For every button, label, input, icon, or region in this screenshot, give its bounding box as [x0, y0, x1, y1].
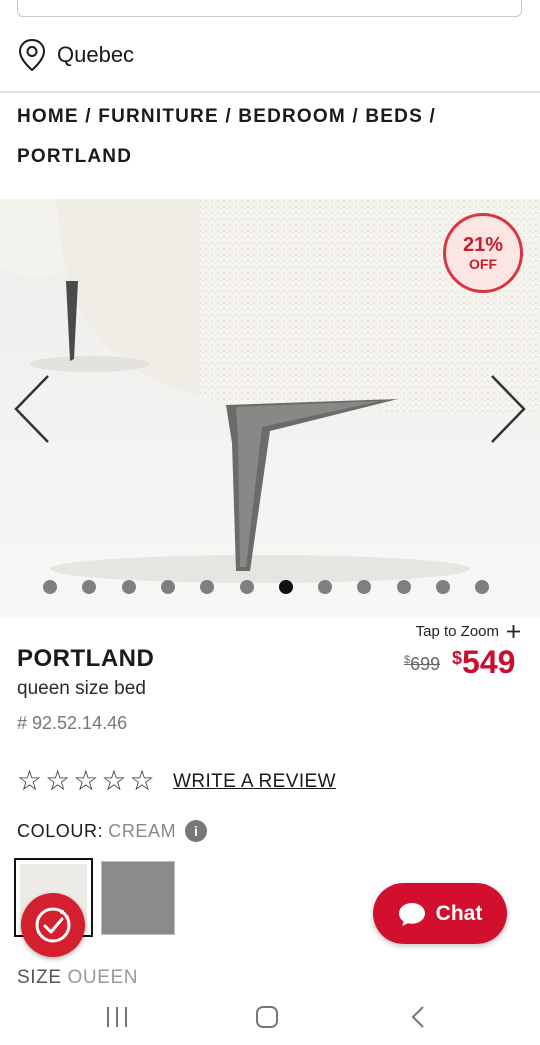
colour-label: COLOUR: [17, 820, 104, 841]
original-price: $699 [404, 654, 440, 675]
star-icon[interactable]: ☆ [17, 767, 42, 795]
discount-badge: 21% OFF [443, 213, 523, 293]
system-navigation-bar [0, 985, 540, 1045]
breadcrumb-separator: / [85, 106, 92, 127]
star-icon[interactable]: ☆ [73, 767, 98, 795]
pagination-dot[interactable] [200, 580, 214, 594]
gallery-next-button[interactable] [488, 374, 528, 444]
breadcrumb-separator: / [429, 106, 436, 127]
pagination-dot[interactable] [82, 580, 96, 594]
gallery-prev-button[interactable] [12, 374, 52, 444]
breadcrumb: HOME / FURNITURE / BEDROOM / BEDS / PORT… [17, 97, 517, 177]
colour-value: CREAM [108, 820, 177, 841]
discount-percent: 21% [462, 234, 504, 256]
tap-to-zoom-label: Tap to Zoom [415, 623, 499, 640]
size-label: SIZE [17, 967, 62, 983]
product-image-gallery[interactable]: 21% OFF [0, 199, 540, 618]
new-price-currency: $ [452, 648, 463, 668]
chat-bubble-icon [398, 902, 425, 926]
pagination-dot[interactable] [240, 580, 254, 594]
size-selector-label: SIZE QUEEN [17, 967, 138, 983]
pagination-dot[interactable] [318, 580, 332, 594]
recent-apps-icon [107, 1007, 127, 1027]
size-value: QUEEN [67, 967, 139, 983]
colour-selector-label: COLOUR: CREAM i [17, 820, 208, 842]
gallery-pagination [0, 580, 540, 594]
product-sku: # 92.52.14.46 [17, 713, 128, 733]
pagination-dot[interactable] [43, 580, 57, 594]
header-divider [0, 91, 540, 93]
back-icon [411, 1006, 424, 1028]
recent-apps-button[interactable] [97, 997, 137, 1037]
breadcrumb-beds[interactable]: BEDS [365, 106, 423, 127]
pagination-dot[interactable] [397, 580, 411, 594]
pagination-dot[interactable] [161, 580, 175, 594]
location-label: Quebec [57, 42, 135, 67]
plus-icon [507, 625, 520, 638]
pagination-dot[interactable] [357, 580, 371, 594]
breadcrumb-separator: / [225, 106, 232, 127]
write-review-link[interactable]: WRITE A REVIEW [173, 771, 336, 793]
new-price-value: 549 [462, 644, 516, 680]
breadcrumb-separator: / [352, 106, 359, 127]
pagination-dot[interactable] [436, 580, 450, 594]
tap-to-zoom[interactable]: Tap to Zoom [416, 623, 520, 640]
discount-off-label: OFF [469, 256, 497, 272]
chevron-right-icon [491, 375, 526, 443]
breadcrumb-home[interactable]: HOME [17, 106, 79, 127]
home-button[interactable] [247, 997, 287, 1037]
old-price-value: 699 [410, 654, 441, 674]
star-icon[interactable]: ☆ [129, 767, 154, 795]
breadcrumb-bedroom[interactable]: BEDROOM [238, 106, 346, 127]
pagination-dot-active[interactable] [279, 580, 293, 594]
accessibility-icon [35, 907, 71, 943]
location-pin-icon [18, 38, 46, 72]
store-location[interactable]: Quebec [17, 38, 134, 72]
star-icon[interactable]: ☆ [101, 767, 126, 795]
product-subtitle: queen size bed [17, 678, 146, 699]
chat-label: Chat [435, 901, 483, 925]
home-icon [256, 1006, 278, 1028]
sale-price: $549 [452, 644, 515, 681]
back-button[interactable] [399, 997, 439, 1037]
search-input[interactable] [17, 0, 522, 17]
info-icon[interactable]: i [185, 820, 208, 842]
breadcrumb-current: PORTLAND [17, 146, 133, 167]
accessibility-button[interactable] [21, 893, 85, 957]
pagination-dot[interactable] [122, 580, 136, 594]
rating-stars[interactable]: ☆ ☆ ☆ ☆ ☆ [17, 767, 155, 795]
chevron-left-icon [14, 375, 49, 443]
breadcrumb-furniture[interactable]: FURNITURE [98, 106, 219, 127]
star-icon[interactable]: ☆ [45, 767, 70, 795]
product-title: PORTLAND [17, 645, 155, 672]
chat-button[interactable]: Chat [373, 883, 507, 944]
pagination-dot[interactable] [475, 580, 489, 594]
swatch-grey[interactable] [101, 861, 175, 935]
